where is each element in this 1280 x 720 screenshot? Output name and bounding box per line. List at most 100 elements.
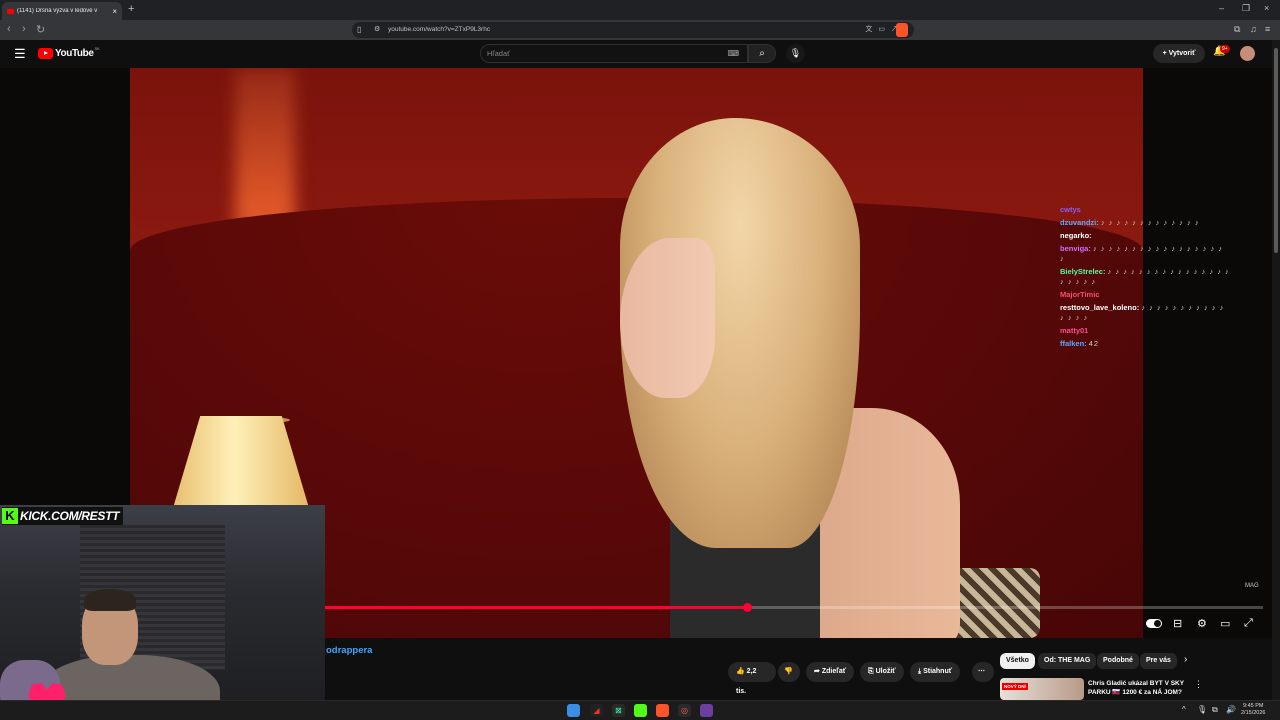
volume-icon[interactable]: 🔊 (1226, 705, 1236, 714)
close-tab-icon[interactable]: × (112, 7, 117, 16)
youtube-favicon-icon (7, 8, 14, 14)
kick-app-icon[interactable] (634, 704, 647, 717)
media-icon[interactable]: ♫ (1250, 24, 1257, 34)
brave-app-icon[interactable] (656, 704, 669, 717)
recommendation-more-icon[interactable]: ⋮ (1194, 679, 1203, 690)
autoplay-toggle[interactable] (1146, 619, 1162, 628)
windows-start-icon[interactable] (567, 704, 580, 717)
chat-username: benviga: (1060, 244, 1091, 253)
country-code: SK (94, 46, 100, 51)
webcam-overlay (0, 505, 325, 720)
recommendation-badge: NOVÝ DNÍ (1002, 683, 1028, 690)
save-label: Uložiť (875, 668, 896, 675)
minimize-button[interactable]: – (1219, 3, 1224, 13)
maximize-button[interactable]: ❐ (1242, 3, 1250, 14)
app-icon-3[interactable]: ◎ (678, 704, 691, 717)
dislike-button[interactable]: 👎 (778, 662, 800, 682)
create-button[interactable]: + Vytvoriť (1153, 44, 1205, 63)
chat-message: ffalken: 42 (1060, 339, 1230, 349)
chat-username: ffalken: (1060, 339, 1087, 348)
recommendation-title[interactable]: Chris Gladić ukázal BYT V SKY PARKU 🇸🇰 1… (1088, 679, 1188, 697)
search-button[interactable]: ⌕ (748, 44, 776, 63)
kick-logo-icon: K (2, 508, 18, 524)
back-icon[interactable]: ‹ (7, 23, 11, 35)
voice-search-button[interactable]: 🎙 (786, 44, 805, 63)
youtube-header: ☰ YouTube SK Hľadať ⌨ ⌕ 🎙 + Vytvoriť 🔔 9… (0, 40, 1280, 68)
app-icon-4[interactable] (700, 704, 713, 717)
site-info-icon[interactable]: ⚙ (374, 22, 380, 38)
subtitles-icon[interactable]: ⊟ (1173, 617, 1182, 630)
chat-message: matty01 (1060, 326, 1230, 336)
chat-username: dzuvandzi: (1060, 218, 1099, 227)
browser-tab-strip: (1141) Drsná výzva v ledové v × + – ❐ × (0, 0, 1280, 20)
taskbar: ◢ ⊠ ◎ ^ 🎙 ⧉ 🔊 9:45 PM 2/15/2026 (0, 700, 1280, 720)
microphone-icon: 🎙 (789, 48, 802, 58)
forward-icon[interactable]: › (22, 23, 26, 35)
chat-username: MajorTimic (1060, 290, 1100, 299)
settings-gear-icon[interactable]: ⚙ (1197, 617, 1207, 630)
close-window-button[interactable]: × (1264, 3, 1269, 13)
chat-username: matty01 (1060, 326, 1089, 335)
chat-username: cwtys (1060, 205, 1081, 214)
download-button[interactable]: ⤓ Stiahnuť (910, 662, 961, 682)
chat-message: benviga: ♪ ♪ ♪ ♪ ♪ ♪ ♪ ♪ ♪ ♪ ♪ ♪ ♪ ♪ ♪ ♪… (1060, 244, 1230, 264)
chat-username: resttovo_lave_koleno: (1060, 303, 1140, 312)
more-actions-button[interactable]: ⋯ (972, 662, 994, 682)
youtube-play-icon (38, 48, 53, 59)
chat-message: cwtys (1060, 205, 1230, 215)
progress-fill (325, 606, 748, 609)
keyboard-icon[interactable]: ⌨ (727, 45, 739, 62)
youtube-logo[interactable]: YouTube SK (38, 46, 100, 59)
tray-screen-icon[interactable]: ⧉ (1212, 705, 1218, 715)
brave-shields-icon[interactable] (896, 23, 908, 37)
chat-message: MajorTimic (1060, 290, 1230, 300)
bookmark-icon[interactable]: ▯ (357, 22, 361, 38)
streamer-hair (84, 589, 136, 611)
chat-message: BielyStrelec: ♪ ♪ ♪ ♪ ♪ ♪ ♪ ♪ ♪ ♪ ♪ ♪ ♪ … (1060, 267, 1230, 287)
new-tab-button[interactable]: + (128, 3, 134, 15)
miniplayer-icon[interactable]: ▭ (1220, 617, 1230, 630)
address-bar[interactable]: ▯ ⚙ youtube.com/watch?v=ZTxP9L3rhc 文▭↗ (352, 22, 914, 38)
clock-date: 2/15/2026 (1241, 710, 1266, 716)
chat-message: negarko: (1060, 231, 1230, 241)
download-label: Stiahnuť (923, 668, 953, 675)
person-face (620, 238, 715, 398)
channel-link[interactable]: odrappera (326, 645, 372, 656)
avatar[interactable] (1240, 46, 1255, 61)
chip-from-channel[interactable]: Od: THE MAG (1038, 653, 1097, 669)
reload-icon[interactable]: ↻ (36, 23, 45, 36)
hamburger-menu-icon[interactable]: ☰ (14, 46, 26, 62)
browser-toolbar: ‹ › ↻ ▯ ⚙ youtube.com/watch?v=ZTxP9L3rhc… (0, 20, 1280, 40)
chip-for-you[interactable]: Pre vás (1140, 653, 1177, 669)
search-input[interactable]: Hľadať ⌨ (480, 44, 748, 63)
like-count: 2,2 tis. (736, 668, 757, 695)
save-icon: ⎘ (868, 668, 874, 675)
clock-time: 9:45 PM (1242, 703, 1264, 709)
chat-overlay: cwtys dzuvandzi: ♪ ♪ ♪ ♪ ♪ ♪ ♪ ♪ ♪ ♪ ♪ ♪… (1060, 205, 1230, 352)
chevron-right-icon[interactable]: › (1184, 654, 1187, 665)
page-scrollbar[interactable] (1272, 40, 1280, 700)
youtube-wordmark: YouTube (55, 48, 94, 59)
scrollbar-thumb[interactable] (1274, 48, 1278, 253)
like-button[interactable]: 👍 2,2 tis. (728, 662, 776, 695)
browser-tab[interactable]: (1141) Drsná výzva v ledové v × (2, 2, 122, 20)
share-label: Zdieľať (821, 668, 847, 675)
app-icon-2[interactable]: ⊠ (612, 704, 625, 717)
extensions-icon[interactable]: ⧉ (1234, 24, 1240, 35)
chat-username: negarko: (1060, 231, 1092, 240)
system-clock[interactable]: 9:45 PM 2/15/2026 (1241, 703, 1265, 717)
app-icon-1[interactable]: ◢ (590, 704, 603, 717)
download-icon: ⤓ (918, 668, 922, 675)
kick-banner: K KICK.COM/RESTT (2, 507, 124, 525)
save-button[interactable]: ⎘ Uložiť (860, 662, 904, 682)
share-button[interactable]: ➦ Zdieľať (806, 662, 855, 682)
tray-chevron-icon[interactable]: ^ (1182, 705, 1186, 714)
chat-username: BielyStrelec: (1060, 267, 1106, 276)
chat-message: dzuvandzi: ♪ ♪ ♪ ♪ ♪ ♪ ♪ ♪ ♪ ♪ ♪ ♪ ♪ (1060, 218, 1230, 228)
chip-all[interactable]: Všetko (1000, 653, 1035, 669)
chat-message: resttovo_lave_koleno: ♪ ♪ ♪ ♪ ♪ ♪ ♪ ♪ ♪ … (1060, 303, 1230, 323)
tray-mic-icon[interactable]: 🎙 (1197, 705, 1207, 714)
chip-related[interactable]: Podobné (1097, 653, 1139, 669)
fullscreen-icon[interactable]: ⤢ (1244, 617, 1253, 630)
browser-menu-icon[interactable]: ≡ (1265, 24, 1270, 34)
